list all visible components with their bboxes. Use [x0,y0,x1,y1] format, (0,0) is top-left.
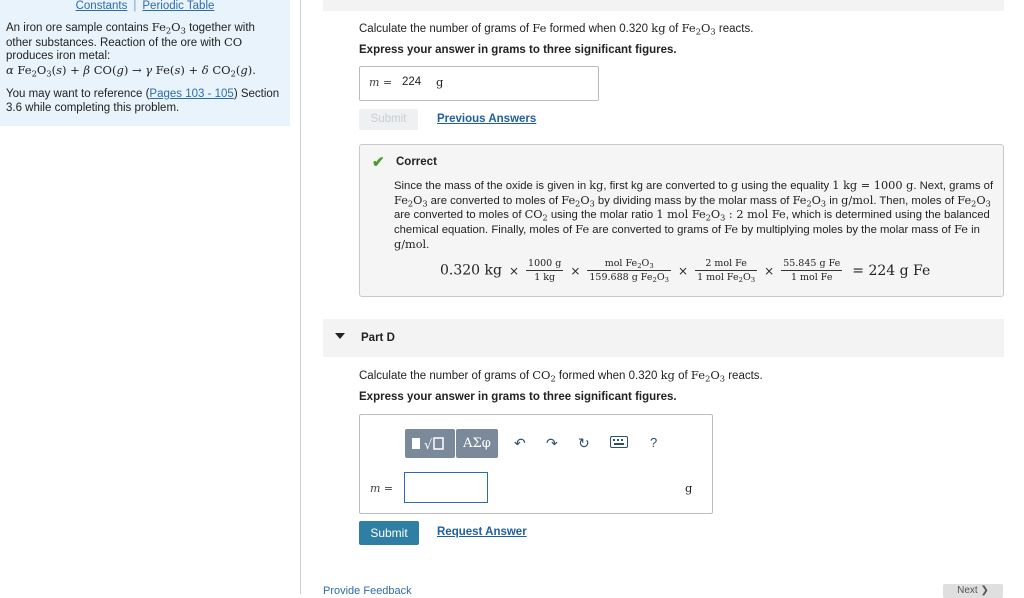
answer-label: m = [369,76,393,89]
answer-input[interactable] [404,472,488,503]
request-answer-link[interactable]: Request Answer [437,526,527,538]
periodic-table-link[interactable]: Periodic Table [142,0,214,12]
provide-feedback-link[interactable]: Provide Feedback [323,585,412,597]
next-button[interactable]: Next ❯ [943,584,1003,598]
help-button[interactable]: ? [650,435,657,450]
problem-intro: An iron ore sample contains Fe2O3 togeth… [6,20,256,78]
greek-symbols-button[interactable]: ΑΣφ [456,429,498,458]
answer-value: 224 [402,76,422,88]
part-c-submit-button[interactable]: Submit [359,109,418,130]
panel-divider [300,0,301,594]
correct-feedback-box: ✔ Correct Since the mass of the oxide is… [359,144,1004,297]
svg-text:√: √ [424,438,433,453]
templates-icon: √ [412,437,444,453]
part-d-question: Calculate the number of grams of CO2 for… [359,368,763,384]
part-d-title[interactable]: Part D [361,332,395,344]
reference-text: You may want to reference (Pages 103 - 1… [6,88,280,114]
correct-title: Correct [396,156,437,168]
answer-label: m = [370,482,394,495]
part-c-answer-box: m = 224 g [359,66,599,101]
answer-unit: g [685,481,693,495]
link-separator: | [133,0,137,12]
keyboard-icon[interactable] [610,435,628,451]
undo-icon[interactable]: ↶ [514,435,526,452]
part-d-submit-button[interactable]: Submit [359,521,419,545]
top-bar [323,0,1004,11]
checkmark-icon: ✔ [372,154,385,171]
answer-unit: g [436,75,444,89]
pages-link[interactable]: Pages 103 - 105 [149,88,233,100]
part-c-question: Calculate the number of grams of Fe form… [359,21,754,37]
correct-explanation: Since the mass of the oxide is given in … [394,179,994,251]
part-d-header[interactable] [323,319,1004,357]
templates-button[interactable]: √ [405,429,455,458]
part-c-instructions: Express your answer in grams to three si… [359,44,677,56]
resource-links: Constants | Periodic Table [0,0,290,12]
previous-answers-link[interactable]: Previous Answers [437,113,536,125]
part-d-instructions: Express your answer in grams to three si… [359,391,677,403]
conversion-equation: 0.320 kg × 1000 g1 kg × mol Fe2O3 159.688 g F… [440,258,931,285]
constants-link[interactable]: Constants [76,0,128,12]
answer-editor: √ ΑΣφ ↶ ↷ ↻ ? m = g [359,414,713,514]
collapse-triangle-icon[interactable] [335,333,345,339]
reset-icon[interactable]: ↻ [578,435,590,452]
reaction-equation: α Fe2O3(s) + β CO(g) → γ Fe(s) + δ CO2(g… [6,62,256,78]
redo-icon[interactable]: ↷ [546,435,558,452]
